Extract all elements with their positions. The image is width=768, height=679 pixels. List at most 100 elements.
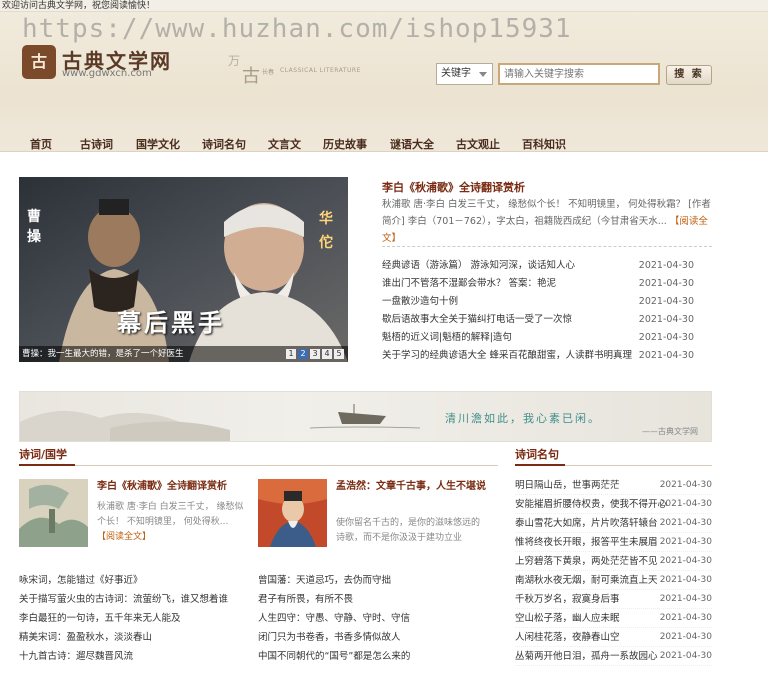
quote-date: 2021-04-30 <box>659 556 712 566</box>
quote-title[interactable]: 安能摧眉折腰侍权贵，使我不得开心 <box>515 495 667 514</box>
search-button[interactable]: 搜 索 <box>666 65 712 85</box>
list-item[interactable]: 关于描写萤火虫的古诗词：流萤纷飞，谁又想着谁 <box>19 590 249 609</box>
header-deco-char-1: 万 <box>228 54 241 68</box>
search-input[interactable] <box>498 63 660 85</box>
news-title[interactable]: 歇后语故事大全关于猫纠打电话一受了一次惊 <box>382 311 572 329</box>
header-deco-english: CLASSICAL LITERATURE <box>280 67 361 74</box>
nav-item-classical-prose[interactable]: 文言文 <box>268 136 301 151</box>
nav-item-poems[interactable]: 古诗词 <box>80 136 113 151</box>
quote-title[interactable]: 泰山雪花大如席，片片吹落轩辕台 <box>515 514 658 533</box>
card2-desc: 使你留名千古的，是你的滋味悠远的诗歌，而不是你汲汲于建功立业 <box>336 518 481 543</box>
featured-title[interactable]: 李白《秋浦歌》全诗翻译赏析 <box>382 179 525 195</box>
card1-title[interactable]: 李白《秋浦歌》全诗翻译赏析 <box>97 479 247 494</box>
chevron-down-icon <box>479 72 487 77</box>
list-item[interactable]: 精美宋词：盈盈秋水，淡淡春山 <box>19 628 249 647</box>
quote-row[interactable]: 安能摧眉折腰侍权贵，使我不得开心 2021-04-30 <box>515 495 712 514</box>
quote-date: 2021-04-30 <box>659 575 712 585</box>
news-title[interactable]: 谁出门不管落不湿鄙会带水？ 答案：艳泥 <box>382 275 556 293</box>
card2-thumbnail[interactable] <box>258 479 327 547</box>
list-item[interactable]: 曾国藩：天道忌巧，去伪而守拙 <box>258 571 498 590</box>
quote-date: 2021-04-30 <box>659 518 712 528</box>
nav-item-guwen[interactable]: 古文观止 <box>456 136 500 151</box>
search-type-value: 关键字 <box>441 68 471 79</box>
news-date: 2021-04-30 <box>638 278 694 289</box>
pager-2[interactable]: 2 <box>298 349 308 359</box>
ad-banner[interactable]: 清川澹如此，我心素已闲。 ——古典文学网 <box>19 391 712 442</box>
nav-item-famous-lines[interactable]: 诗词名句 <box>202 136 246 151</box>
pager-3[interactable]: 3 <box>310 349 320 359</box>
pager-1[interactable]: 1 <box>286 349 296 359</box>
news-date: 2021-04-30 <box>638 350 694 361</box>
watermark-text: https://www.huzhan.com/ishop15931 <box>22 14 572 44</box>
news-title[interactable]: 经典谚语（游泳篇） 游泳知河深，谈话知人心 <box>382 257 575 275</box>
nav-item-home[interactable]: 首页 <box>30 136 52 151</box>
news-title[interactable]: 魁梧的近义词|魁梧的解释|造句 <box>382 329 512 347</box>
news-date: 2021-04-30 <box>638 260 694 271</box>
quote-date: 2021-04-30 <box>659 537 712 547</box>
pager-4[interactable]: 4 <box>322 349 332 359</box>
news-row[interactable]: 歇后语故事大全关于猫纠打电话一受了一次惊 2021-04-30 <box>382 311 694 329</box>
quote-title[interactable]: 空山松子落，幽人应未眠 <box>515 609 620 628</box>
featured-desc-text: 秋浦歌 唐·李白 白发三千丈， 缘愁似个长！ 不知明镜里， 何处得秋霜？ [作者… <box>382 199 711 227</box>
quote-row[interactable]: 丛菊两开他日泪，孤舟一系故园心 2021-04-30 <box>515 647 712 666</box>
quote-date: 2021-04-30 <box>659 613 712 623</box>
news-list: 经典谚语（游泳篇） 游泳知河深，谈话知人心 2021-04-30 谁出门不管落不湿… <box>382 257 694 365</box>
quote-row[interactable]: 人闲桂花落，夜静春山空 2021-04-30 <box>515 628 712 647</box>
list-item[interactable]: 咏宋词，怎能错过《好事近》 <box>19 571 249 590</box>
list-item[interactable]: 人生四守：守愚、守静、守时、守信 <box>258 609 498 628</box>
quote-row[interactable]: 南湖秋水夜无烟，耐可乘流直上天 2021-04-30 <box>515 571 712 590</box>
quote-title[interactable]: 惟将终夜长开眼，报答平生未展眉 <box>515 533 658 552</box>
quote-row[interactable]: 惟将终夜长开眼，报答平生未展眉 2021-04-30 <box>515 533 712 552</box>
quote-row[interactable]: 上穷碧落下黄泉，两处茫茫皆不见 2021-04-30 <box>515 552 712 571</box>
banner-label-right: 华佗 <box>319 211 333 251</box>
quote-date: 2021-04-30 <box>659 499 712 509</box>
news-row[interactable]: 魁梧的近义词|魁梧的解释|造句 2021-04-30 <box>382 329 694 347</box>
news-row[interactable]: 关于学习的经典谚语大全 蜂采百花酿甜蜜，人读群书明真理 2021-04-30 <box>382 347 694 365</box>
card1-image <box>19 479 88 547</box>
nav-item-history[interactable]: 历史故事 <box>323 136 367 151</box>
list-item[interactable]: 君子有所畏，有所不畏 <box>258 590 498 609</box>
divider <box>382 246 712 247</box>
welcome-bar: 欢迎访问古典文学网，祝您阅读愉快！ <box>0 0 768 12</box>
card1-thumbnail[interactable] <box>19 479 88 547</box>
pager-5[interactable]: 5 <box>334 349 344 359</box>
quotes-section-title[interactable]: 诗词名句 <box>515 446 559 462</box>
news-date: 2021-04-30 <box>638 332 694 343</box>
list-item[interactable]: 李白最狂的一句诗，五千年来无人能及 <box>19 609 249 628</box>
banner-slideshow[interactable]: 曹操 华佗 幕后黑手 曹操：我一生最大的错，是杀了一个好医生 1 2 3 4 5 <box>19 177 348 362</box>
search-type-select[interactable]: 关键字 <box>436 63 493 85</box>
banner-caption-text: 曹操：我一生最大的错，是杀了一个好医生 <box>22 349 184 359</box>
news-date: 2021-04-30 <box>638 314 694 325</box>
card1-read-link[interactable]: 阅读全文 <box>97 532 151 542</box>
logo-icon[interactable]: 古 <box>22 45 56 79</box>
nav-item-encyclopedia[interactable]: 百科知识 <box>522 136 566 151</box>
list-item[interactable]: 中国不同朝代的“国号”都是怎么来的 <box>258 647 498 666</box>
quote-title[interactable]: 丛菊两开他日泪，孤舟一系故园心 <box>515 647 658 666</box>
nav-item-riddles[interactable]: 谜语大全 <box>390 136 434 151</box>
quote-row[interactable]: 明日隔山岳，世事两茫茫 2021-04-30 <box>515 476 712 495</box>
ad-slogan: 清川澹如此，我心素已闲。 <box>445 412 601 425</box>
quote-date: 2021-04-30 <box>659 480 712 490</box>
poetry-section-title[interactable]: 诗词/国学 <box>19 446 67 462</box>
quote-row[interactable]: 空山松子落，幽人应未眠 2021-04-30 <box>515 609 712 628</box>
ad-sign: ——古典文学网 <box>642 427 698 436</box>
quote-row[interactable]: 泰山雪花大如席，片片吹落轩辕台 2021-04-30 <box>515 514 712 533</box>
nav-item-guoxue[interactable]: 国学文化 <box>136 136 180 151</box>
quote-title[interactable]: 上穷碧落下黄泉，两处茫茫皆不见 <box>515 552 658 571</box>
news-row[interactable]: 谁出门不管落不湿鄙会带水？ 答案：艳泥 2021-04-30 <box>382 275 694 293</box>
news-title[interactable]: 关于学习的经典谚语大全 蜂采百花酿甜蜜，人读群书明真理 <box>382 347 632 365</box>
quote-title[interactable]: 明日隔山岳，世事两茫茫 <box>515 476 620 495</box>
news-title[interactable]: 一盘散沙造句十例 <box>382 293 458 311</box>
site-header: https://www.huzhan.com/ishop15931 古 古典文学… <box>0 12 768 152</box>
news-row[interactable]: 一盘散沙造句十例 2021-04-30 <box>382 293 694 311</box>
quote-date: 2021-04-30 <box>659 651 712 661</box>
list-item[interactable]: 十九首古诗：遛尽魏晋风流 <box>19 647 249 666</box>
quote-title[interactable]: 南湖秋水夜无烟，耐可乘流直上天 <box>515 571 658 590</box>
section-accent <box>19 464 75 466</box>
news-row[interactable]: 经典谚语（游泳篇） 游泳知河深，谈话知人心 2021-04-30 <box>382 257 694 275</box>
card2-title[interactable]: 孟浩然：文章千古事，人生不堪说 <box>336 479 486 494</box>
quote-title[interactable]: 人闲桂花落，夜静春山空 <box>515 628 620 647</box>
quote-title[interactable]: 千秋万岁名，寂寞身后事 <box>515 590 620 609</box>
list-item[interactable]: 闭门只为书卷香，书香多情似故人 <box>258 628 498 647</box>
quote-row[interactable]: 千秋万岁名，寂寞身后事 2021-04-30 <box>515 590 712 609</box>
